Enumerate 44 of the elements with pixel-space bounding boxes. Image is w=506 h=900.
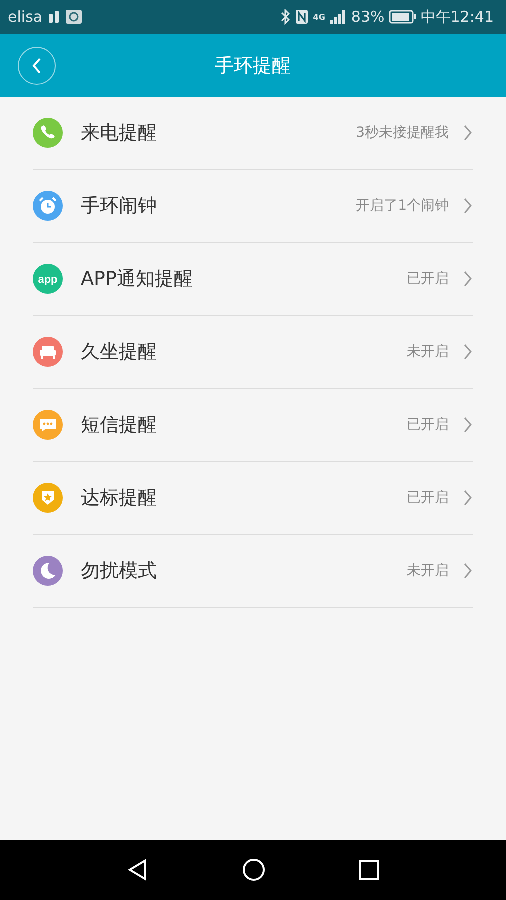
settings-row[interactable]: 来电提醒 3秒未接提醒我: [33, 97, 473, 170]
clock: 中午12:41: [420, 8, 494, 26]
settings-row[interactable]: 达标提醒 已开启: [33, 462, 473, 535]
row-label: APP通知提醒: [81, 267, 194, 292]
battery-percent: 83%: [351, 8, 385, 26]
chevron-right-icon: [463, 490, 473, 506]
chevron-right-icon: [463, 563, 473, 579]
row-label: 来电提醒: [81, 121, 158, 146]
settings-row[interactable]: 短信提醒 已开启: [33, 389, 473, 462]
nfc-icon: [295, 9, 310, 25]
bluetooth-icon: [281, 9, 292, 25]
row-label: 勿扰模式: [81, 559, 158, 584]
signal-icon: [329, 10, 348, 24]
row-value: 开启了1个闹钟: [356, 197, 449, 215]
chevron-right-icon: [463, 417, 473, 433]
back-button[interactable]: [18, 47, 56, 85]
network-type: 4G: [313, 12, 326, 22]
sim-icon: [46, 10, 61, 24]
chevron-right-icon: [463, 271, 473, 287]
carrier-name: elisa: [8, 8, 43, 26]
row-value: 未开启: [407, 562, 449, 580]
row-value: 已开启: [407, 489, 449, 507]
recent-apps-icon[interactable]: [358, 859, 380, 881]
row-label: 达标提醒: [81, 486, 158, 511]
row-value: 未开启: [407, 343, 449, 361]
chevron-right-icon: [463, 198, 473, 214]
battery-icon: [388, 10, 417, 24]
settings-row[interactable]: 手环闹钟 开启了1个闹钟: [33, 170, 473, 243]
chevron-left-icon: [31, 57, 43, 75]
row-value: 已开启: [407, 270, 449, 288]
chevron-right-icon: [463, 344, 473, 360]
page-title: 手环提醒: [215, 54, 291, 78]
app-notification-icon: [64, 9, 83, 25]
row-label: 久坐提醒: [81, 340, 158, 365]
chevron-right-icon: [463, 125, 473, 141]
row-label: 短信提醒: [81, 413, 158, 438]
row-value: 已开启: [407, 416, 449, 434]
settings-row[interactable]: app APP通知提醒 已开启: [33, 243, 473, 316]
home-icon[interactable]: [242, 858, 266, 882]
row-label: 手环闹钟: [81, 194, 158, 219]
app-icon: app: [33, 264, 63, 294]
row-value: 3秒未接提醒我: [356, 124, 449, 142]
settings-row[interactable]: 勿扰模式 未开启: [33, 535, 473, 608]
settings-row[interactable]: 久坐提醒 未开启: [33, 316, 473, 389]
